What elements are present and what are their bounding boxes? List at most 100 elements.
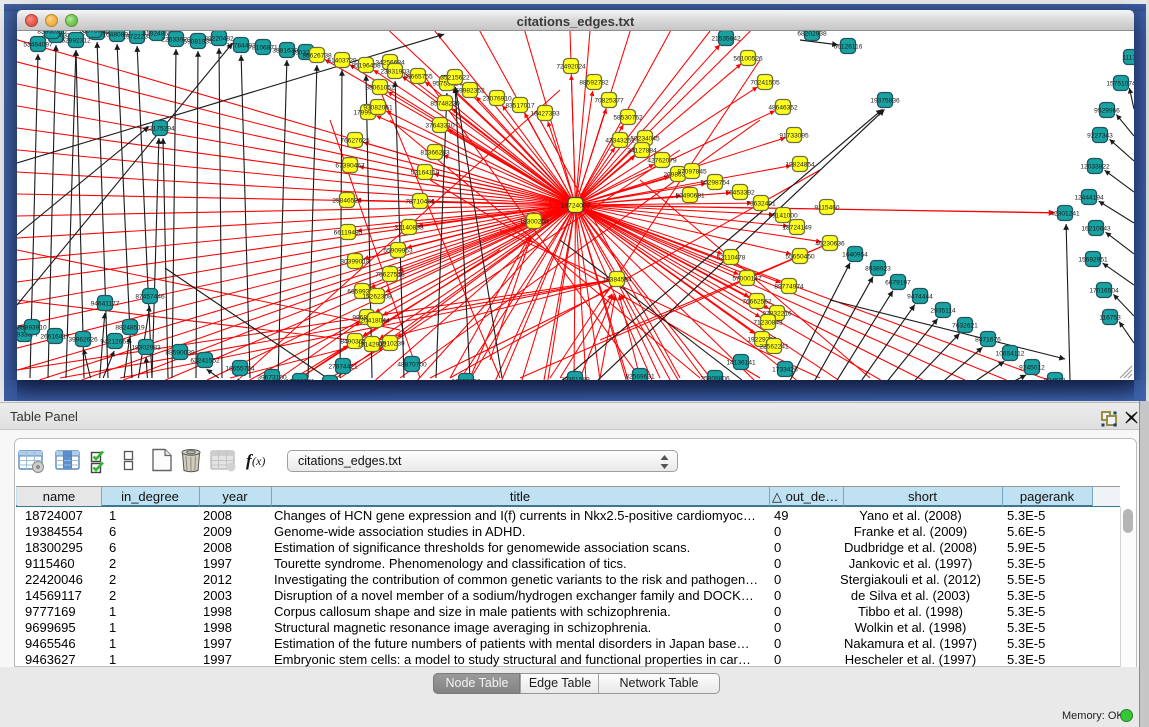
svg-text:93082061: 93082061 [363, 104, 393, 111]
svg-text:25809806: 25809806 [700, 375, 730, 380]
svg-text:94212661: 94212661 [100, 338, 130, 345]
svg-text:89774974: 89774974 [774, 283, 804, 290]
svg-text:18427393: 18427393 [530, 110, 560, 117]
svg-text:68202938: 68202938 [797, 31, 827, 37]
svg-text:17016504: 17016504 [1089, 287, 1119, 294]
svg-text:29361589: 29361589 [560, 376, 590, 380]
svg-text:76453392: 76453392 [725, 189, 755, 196]
svg-text:22562241: 22562241 [759, 343, 789, 350]
svg-text:10654112: 10654112 [996, 350, 1025, 357]
svg-text:8471676: 8471676 [975, 336, 1001, 343]
svg-text:73632401: 73632401 [746, 200, 776, 207]
svg-text:52164119: 52164119 [411, 169, 440, 176]
svg-text:9227343: 9227343 [1087, 132, 1113, 139]
svg-text:16210643: 16210643 [1081, 225, 1111, 232]
svg-text:70241505: 70241505 [750, 79, 780, 86]
svg-text:21535642: 21535642 [711, 35, 741, 42]
svg-text:88220482: 88220482 [204, 35, 234, 42]
svg-text:99141000: 99141000 [768, 212, 798, 219]
svg-text:88590039: 88590039 [165, 349, 195, 356]
svg-text:87457446: 87457446 [135, 293, 165, 300]
svg-text:75627516: 75627516 [375, 271, 405, 278]
svg-text:18302983: 18302983 [131, 344, 161, 351]
svg-text:23076910: 23076910 [482, 95, 512, 102]
svg-text:88061052: 88061052 [365, 84, 395, 91]
svg-text:35215622: 35215622 [440, 74, 470, 81]
svg-text:9245012: 9245012 [1019, 364, 1045, 371]
svg-text:87097845: 87097845 [677, 168, 707, 175]
svg-text:66119495: 66119495 [334, 229, 363, 236]
svg-text:20418044: 20418044 [360, 317, 390, 324]
svg-text:63241552: 63241552 [190, 357, 220, 364]
svg-text:11170: 11170 [1122, 54, 1134, 61]
svg-text:37643310: 37643310 [425, 122, 455, 129]
svg-text:50298754: 50298754 [700, 179, 730, 186]
svg-text:76627625: 76627625 [340, 137, 370, 144]
svg-text:43343251: 43343251 [605, 137, 635, 144]
svg-text:94641177: 94641177 [91, 300, 120, 307]
svg-text:19384554: 19384554 [602, 276, 632, 283]
svg-text:30399018: 30399018 [340, 258, 370, 265]
svg-text:57000147: 57000147 [732, 275, 762, 282]
svg-text:22175294: 22175294 [145, 125, 175, 132]
svg-text:15692951: 15692951 [1078, 256, 1108, 263]
svg-text:27874421: 27874421 [328, 363, 358, 370]
svg-text:52110478: 52110478 [717, 254, 746, 261]
svg-text:924501: 924501 [1044, 377, 1066, 380]
svg-text:78710461: 78710461 [405, 198, 435, 205]
svg-text:48870700: 48870700 [397, 361, 427, 368]
svg-text:88248519: 88248519 [115, 324, 145, 331]
svg-text:16252221: 16252221 [285, 378, 315, 380]
svg-text:55650450: 55650450 [785, 253, 815, 260]
svg-text:85893910: 85893910 [17, 324, 47, 331]
svg-text:62992312: 62992312 [61, 37, 91, 44]
svg-text:66126116: 66126116 [834, 43, 863, 50]
svg-text:46230636: 46230636 [815, 240, 845, 247]
svg-text:83517017: 83517017 [505, 102, 535, 109]
svg-text:85748230: 85748230 [430, 100, 460, 107]
svg-text:71230843: 71230843 [753, 319, 783, 326]
svg-text:19824854: 19824854 [785, 161, 815, 168]
svg-text:59982352: 59982352 [455, 87, 485, 94]
svg-text:1733426: 1733426 [772, 366, 798, 373]
svg-text:34127884: 34127884 [627, 147, 657, 154]
svg-text:82569631: 82569631 [625, 373, 655, 380]
svg-text:70825377: 70825377 [594, 97, 624, 104]
svg-text:32140838: 32140838 [394, 224, 424, 231]
svg-text:39962626: 39962626 [68, 336, 98, 343]
svg-text:19375836: 19375836 [870, 97, 900, 104]
svg-text:72492024: 72492024 [556, 63, 586, 70]
svg-text:88592782: 88592782 [579, 79, 609, 86]
svg-text:15262308: 15262308 [362, 293, 392, 300]
svg-text:56100526: 56100526 [733, 55, 763, 62]
svg-text:1640954: 1640954 [842, 251, 868, 258]
svg-text:48646352: 48646352 [768, 104, 798, 111]
svg-text:8938923: 8938923 [865, 265, 891, 272]
svg-text:9474444: 9474444 [907, 293, 933, 300]
svg-text:6679197: 6679197 [885, 279, 911, 286]
svg-text:15751074: 15751074 [1106, 80, 1134, 87]
svg-text:9115460: 9115460 [814, 204, 840, 211]
svg-text:18300295: 18300295 [519, 218, 549, 225]
svg-text:66978001: 66978001 [79, 31, 109, 34]
svg-text:18724007: 18724007 [561, 202, 591, 209]
svg-text:91733095: 91733095 [779, 132, 809, 139]
svg-text:83960310: 83960310 [37, 31, 67, 35]
svg-text:7632621: 7632621 [952, 322, 978, 329]
svg-text:81366283: 81366283 [420, 149, 450, 156]
svg-text:58530762: 58530762 [613, 114, 643, 121]
svg-text:39673100: 39673100 [257, 374, 287, 380]
svg-text:53464097: 53464097 [23, 41, 53, 48]
svg-text:14136141: 14136141 [726, 359, 756, 366]
svg-text:18142912: 18142912 [357, 341, 387, 348]
svg-text:2935114: 2935114 [930, 307, 956, 314]
svg-text:42762079: 42762079 [647, 157, 677, 164]
svg-text:9529966: 9529966 [1094, 107, 1120, 114]
svg-text:25846520: 25846520 [332, 197, 362, 204]
svg-text:66255890: 66255890 [451, 378, 481, 380]
svg-text:86665755: 86665755 [403, 73, 433, 80]
svg-text:67390467: 67390467 [335, 162, 365, 169]
svg-text:116753: 116753 [1099, 314, 1121, 321]
svg-text:55909953: 55909953 [383, 247, 413, 254]
svg-text:26616417: 26616417 [40, 333, 70, 340]
